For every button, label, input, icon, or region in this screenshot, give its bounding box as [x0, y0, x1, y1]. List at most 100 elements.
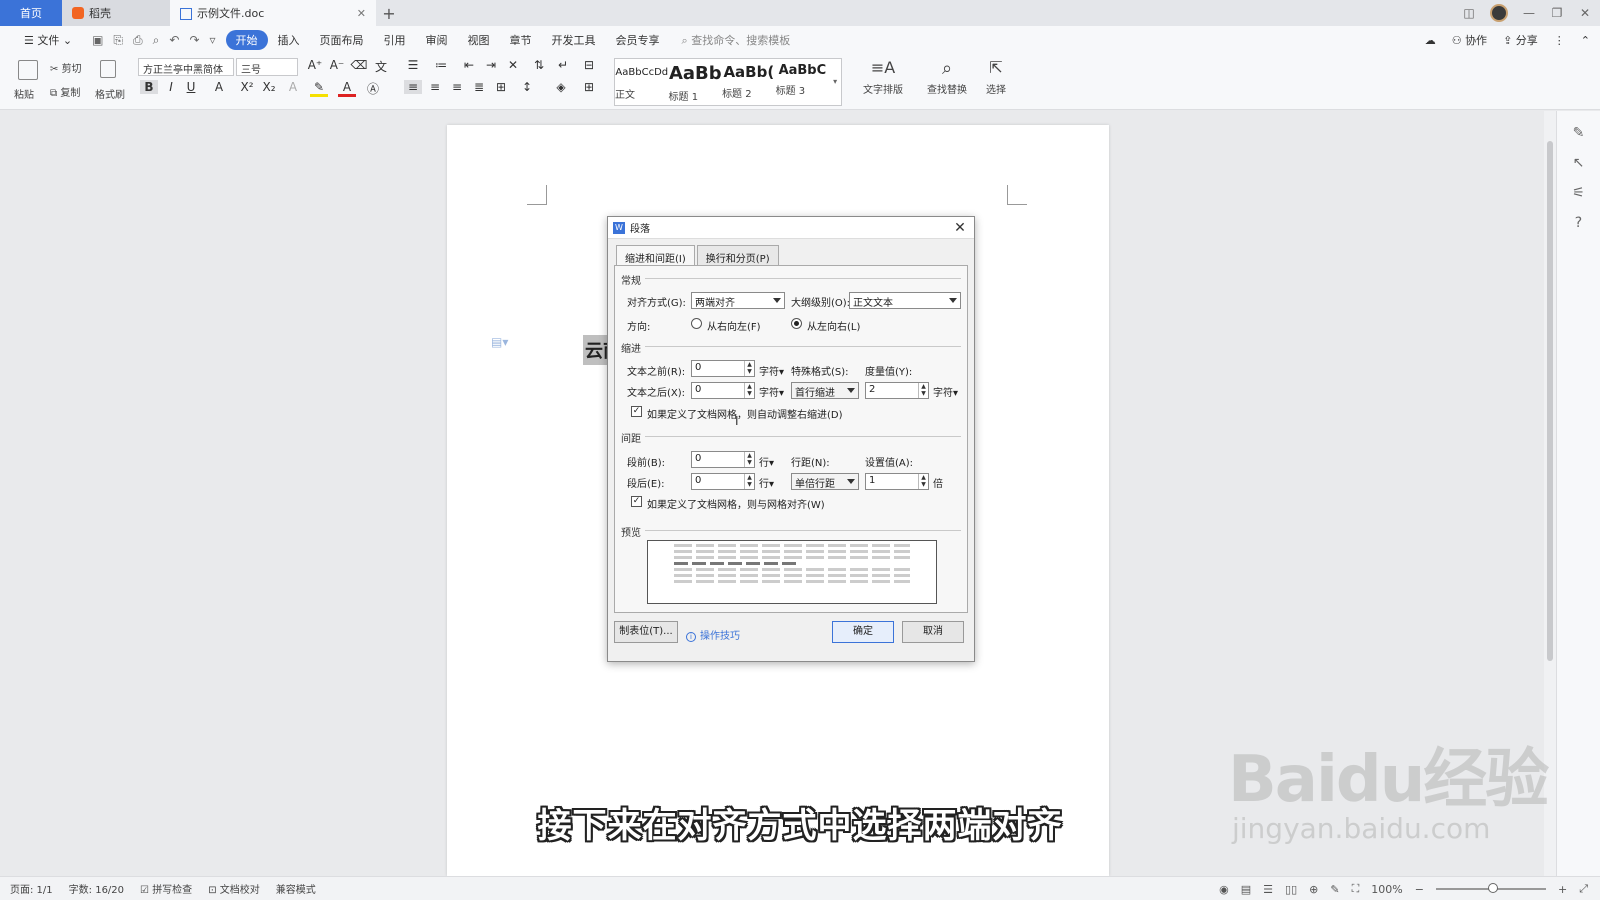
distributed-button[interactable]: ⊞ — [492, 80, 510, 94]
align-left-button[interactable]: ≡ — [404, 80, 422, 94]
undo-icon[interactable]: ↶ — [169, 33, 179, 48]
menu-dev-tools[interactable]: 开发工具 — [542, 32, 606, 48]
tab-daoke[interactable]: 稻壳 — [62, 0, 170, 26]
measure-input[interactable]: 2 ▲ ▼ — [865, 382, 929, 399]
word-count[interactable]: 字数: 16/20 — [69, 881, 124, 896]
paste-label[interactable]: 粘贴 — [14, 86, 34, 101]
font-name-select[interactable]: 方正兰亭中黑简体 — [138, 58, 234, 76]
minimize-icon[interactable]: — — [1522, 6, 1536, 20]
highlight-button[interactable]: ✎ — [310, 80, 328, 97]
reading-mode-icon[interactable]: ◫ — [1462, 6, 1476, 20]
space-after-unit[interactable]: 行▾ — [759, 475, 774, 490]
menu-insert[interactable]: 插入 — [268, 32, 310, 48]
paste-icon[interactable] — [18, 60, 38, 80]
paragraph-marker-icon[interactable]: ▤▾ — [491, 335, 508, 349]
customize-icon[interactable]: ▿ — [210, 33, 216, 48]
show-marks-icon[interactable]: ↵ — [554, 58, 572, 72]
phonetic-icon[interactable]: 文 — [372, 58, 390, 75]
tab-document[interactable]: 示例文件.doc ✕ — [170, 0, 376, 26]
bold-button[interactable]: B — [140, 80, 158, 94]
collaborate-button[interactable]: ⚇ 协作 — [1452, 32, 1487, 48]
underline-button[interactable]: U — [182, 80, 200, 94]
spin-buttons-icon[interactable]: ▲ ▼ — [744, 452, 754, 467]
edit-pen-icon[interactable]: ✎ — [1557, 125, 1600, 141]
menu-chapter[interactable]: 章节 — [500, 32, 542, 48]
fullscreen-icon[interactable]: ⤢ — [1579, 882, 1588, 896]
more-icon[interactable]: ⋮ — [1554, 34, 1565, 47]
borders-button[interactable]: ⊞ — [580, 80, 598, 94]
style-gallery-more-icon[interactable]: ▾ — [829, 59, 841, 105]
help-icon[interactable]: ? — [1557, 215, 1600, 231]
align-center-button[interactable]: ≡ — [426, 80, 444, 94]
close-tab-icon[interactable]: ✕ — [357, 7, 366, 20]
spin-buttons-icon[interactable]: ▲ ▼ — [918, 474, 928, 489]
export-pdf-icon[interactable]: ⎘ — [113, 33, 123, 48]
print-icon[interactable]: ⎙ — [133, 33, 143, 48]
bullets-icon[interactable]: ☰ — [404, 58, 422, 72]
style-normal[interactable]: AaBbCcDd 正文 — [615, 59, 669, 105]
new-tab-button[interactable]: + — [376, 0, 402, 26]
eye-protect-icon[interactable]: ◉ — [1219, 883, 1229, 896]
zoom-slider[interactable] — [1435, 883, 1546, 893]
numbering-icon[interactable]: ≔ — [432, 58, 450, 72]
strikethrough-button[interactable]: A — [210, 80, 228, 94]
select-button[interactable]: ⇱ 选择 — [978, 58, 1014, 96]
style-heading-3[interactable]: AaBbC 标题 3 — [776, 59, 830, 105]
before-text-unit[interactable]: 字符▾ — [759, 363, 784, 378]
cut-button[interactable]: ✂ 剪切 — [50, 60, 82, 75]
menu-start[interactable]: 开始 — [225, 30, 268, 50]
restore-icon[interactable]: ❐ — [1550, 6, 1564, 20]
style-heading-1[interactable]: AaBb 标题 1 — [669, 59, 723, 105]
after-text-input[interactable]: 0 ▲ ▼ — [691, 382, 755, 399]
tips-link[interactable]: i 操作技巧 — [686, 627, 740, 642]
format-painter-label[interactable]: 格式刷 — [95, 86, 125, 101]
menu-references[interactable]: 引用 — [374, 32, 416, 48]
clear-format-icon[interactable]: ⌫ — [350, 58, 368, 72]
menu-page-layout[interactable]: 页面布局 — [310, 32, 374, 48]
font-size-select[interactable]: 三号 — [236, 58, 298, 76]
ltr-label[interactable]: 从左向右(L) — [807, 318, 860, 333]
cancel-button[interactable]: 取消 — [902, 621, 964, 643]
grid-align-label[interactable]: 如果定义了文档网格，则与网格对齐(W) — [647, 496, 825, 511]
grid-align-checkbox[interactable]: ✓ — [631, 496, 642, 507]
annotate-icon[interactable]: ✎ — [1330, 883, 1339, 896]
ok-button[interactable]: 确定 — [832, 621, 894, 643]
subscript-button[interactable]: X₂ — [260, 80, 278, 94]
tab-ruler-icon[interactable]: ⊟ — [580, 58, 598, 72]
zoom-slider-knob[interactable] — [1487, 883, 1498, 893]
print-preview-icon[interactable]: ⌕ — [153, 33, 160, 48]
spin-buttons-icon[interactable]: ▲ ▼ — [918, 383, 928, 398]
spin-buttons-icon[interactable]: ▲ ▼ — [744, 383, 754, 398]
align-right-button[interactable]: ≡ — [448, 80, 466, 94]
tab-stops-button[interactable]: 制表位(T)... — [614, 621, 678, 643]
menu-view[interactable]: 视图 — [458, 32, 500, 48]
auto-indent-label[interactable]: 如果定义了文档网格，则自动调整右缩进(D) — [647, 406, 843, 421]
text-effect-button[interactable]: A — [284, 80, 302, 94]
measure-unit[interactable]: 字符▾ — [933, 384, 958, 399]
doc-proof[interactable]: ⊡ 文档校对 — [208, 881, 260, 896]
set-value-input[interactable]: 1 ▲ ▼ — [865, 473, 929, 490]
grow-font-icon[interactable]: A⁺ — [306, 58, 324, 72]
zoom-out-icon[interactable]: − — [1415, 883, 1424, 896]
read-view-icon[interactable]: ▯▯ — [1285, 883, 1297, 896]
avatar[interactable] — [1490, 4, 1508, 22]
text-layout-button[interactable]: ≡A 文字排版 — [858, 58, 908, 96]
sort-icon[interactable]: ⇅ — [530, 58, 548, 72]
fit-page-icon[interactable]: ⛶ — [1352, 882, 1360, 896]
scrollbar-thumb[interactable] — [1547, 141, 1553, 661]
space-before-unit[interactable]: 行▾ — [759, 454, 774, 469]
format-painter-icon[interactable] — [100, 60, 116, 78]
line-spacing-button[interactable]: ↕ — [518, 80, 536, 94]
after-text-unit[interactable]: 字符▾ — [759, 384, 784, 399]
line-spacing-select[interactable]: 单倍行距 — [791, 473, 859, 490]
font-color-button[interactable]: A — [338, 80, 356, 97]
spin-buttons-icon[interactable]: ▲ ▼ — [744, 474, 754, 489]
save-icon[interactable]: ▣ — [92, 33, 103, 48]
page-view-icon[interactable]: ▤ — [1241, 883, 1251, 896]
find-replace-button[interactable]: ⌕ 查找替换 — [922, 58, 972, 96]
cloud-sync-icon[interactable]: ☁ — [1425, 34, 1436, 47]
share-button[interactable]: ⇪ 分享 — [1503, 32, 1538, 48]
space-before-input[interactable]: 0 ▲ ▼ — [691, 451, 755, 468]
auto-indent-checkbox[interactable]: ✓ — [631, 406, 642, 417]
alignment-select[interactable]: 两端对齐 — [691, 292, 785, 309]
